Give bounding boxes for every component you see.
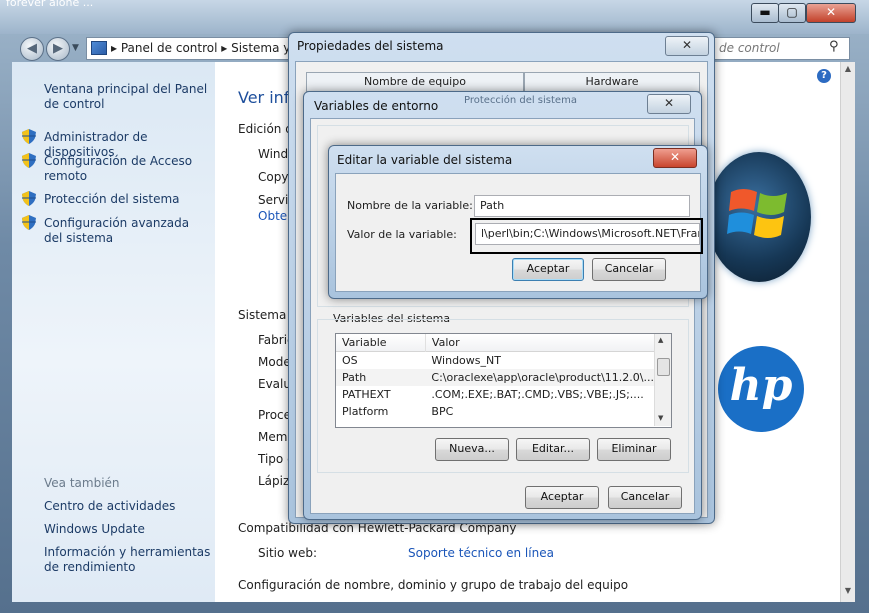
dialog-title: Variables de entorno: [314, 99, 439, 113]
column-header-value[interactable]: Valor: [425, 334, 654, 352]
variable-name: Path: [342, 371, 367, 384]
close-button[interactable]: ✕: [665, 36, 709, 56]
close-button[interactable]: ✕: [653, 148, 697, 168]
history-dropdown-icon[interactable]: ▼: [72, 43, 79, 53]
title-bar: forever alone ... ▬ ▢ ✕: [0, 0, 869, 34]
shield-icon: [22, 215, 36, 230]
edit-variable-button[interactable]: Editar...: [516, 438, 590, 461]
breadcrumb-separator-icon: ▸: [111, 41, 121, 55]
sidebar-home-link[interactable]: Ventana principal del Panel de control: [44, 82, 214, 112]
sidebar: Ventana principal del Panel de control A…: [12, 62, 215, 602]
variable-value-field[interactable]: l\perl\bin;C:\Windows\Microsoft.NET\Fram…: [475, 223, 700, 245]
control-panel-icon: [91, 41, 107, 55]
edition-row: Copy: [258, 170, 289, 184]
sidebar-item-advanced-settings[interactable]: Configuración avanzada del sistema: [44, 216, 204, 246]
variable-value-label: Valor de la variable:: [347, 228, 457, 241]
breadcrumb-control-panel[interactable]: Panel de control: [121, 41, 218, 55]
back-icon[interactable]: ◀: [20, 37, 44, 61]
support-link[interactable]: Soporte técnico en línea: [408, 546, 554, 560]
tab-hardware[interactable]: Hardware: [524, 72, 700, 92]
edit-system-variable-dialog: Editar la variable del sistema ✕ Nombre …: [328, 145, 708, 299]
system-variables-list[interactable]: Variable Valor OS Windows_NT Path C:\ora…: [335, 333, 672, 428]
delete-variable-button[interactable]: Eliminar: [597, 438, 671, 461]
config-heading: Configuración de nombre, dominio y grupo…: [238, 578, 629, 592]
variable-name-field[interactable]: Path: [474, 195, 690, 217]
edition-row: Servi: [258, 193, 289, 207]
system-row: Mode: [258, 355, 291, 369]
table-header: Variable Valor: [336, 334, 654, 352]
scroll-down-icon[interactable]: ▼: [842, 586, 854, 598]
breadcrumb-separator-icon: ▸: [217, 41, 232, 55]
list-scrollbar[interactable]: ▲ ▼: [654, 334, 671, 426]
windows-flag-icon: [727, 189, 787, 238]
scroll-thumb[interactable]: [657, 358, 670, 376]
maximize-button[interactable]: ▢: [778, 3, 806, 23]
tab-computer-name[interactable]: Nombre de equipo: [306, 72, 524, 92]
system-row: Lápiz: [258, 474, 290, 488]
sidebar-item-remote-access[interactable]: Configuración de Acceso remoto: [44, 154, 194, 184]
variable-value: Windows_NT: [431, 354, 501, 367]
dialog-body: Nombre de la variable: Path Valor de la …: [335, 173, 703, 292]
close-button[interactable]: ✕: [806, 3, 856, 23]
sidebar-item-performance[interactable]: Información y herramientas de rendimient…: [44, 545, 214, 575]
tab-system-protection-fragment: Protección del sistema: [464, 95, 577, 106]
search-placeholder: de control: [719, 41, 780, 55]
windows-logo-icon: [707, 152, 811, 282]
hp-logo: hp: [718, 346, 804, 432]
shield-icon: [22, 153, 36, 168]
table-row-selected[interactable]: Path C:\oraclexe\app\oracle\product\11.2…: [336, 369, 654, 386]
variable-name: PATHEXT: [342, 388, 391, 401]
ok-button[interactable]: Aceptar: [512, 258, 584, 281]
variable-name: Platform: [342, 405, 389, 418]
scroll-up-icon[interactable]: ▲: [658, 336, 663, 344]
dialog-title: Editar la variable del sistema: [337, 153, 513, 167]
window-title: forever alone ...: [6, 0, 94, 9]
forward-icon[interactable]: ▶: [46, 37, 70, 61]
system-variables-table: Variable Valor OS Windows_NT Path C:\ora…: [336, 334, 654, 420]
ok-button[interactable]: Aceptar: [525, 486, 599, 509]
edition-heading: Edición d: [238, 122, 293, 136]
help-icon[interactable]: ?: [817, 69, 831, 83]
shield-icon: [22, 129, 36, 144]
system-heading: Sistema: [238, 308, 287, 322]
close-button[interactable]: ✕: [647, 94, 691, 114]
variable-name-label: Nombre de la variable:: [347, 199, 473, 212]
minimize-button[interactable]: ▬: [751, 3, 779, 23]
cancel-button[interactable]: Cancelar: [608, 486, 682, 509]
new-variable-button[interactable]: Nueva...: [435, 438, 509, 461]
search-icon[interactable]: ⚲: [829, 39, 839, 54]
variable-name: OS: [342, 354, 358, 367]
shield-icon: [22, 191, 36, 206]
scroll-up-icon[interactable]: ▲: [842, 64, 854, 76]
breadcrumb: ▸ Panel de control ▸ Sistema y: [111, 41, 290, 55]
dialog-title: Propiedades del sistema: [297, 39, 444, 53]
address-bar[interactable]: ▸ Panel de control ▸ Sistema y: [86, 37, 296, 60]
sidebar-item-system-protection[interactable]: Protección del sistema: [44, 192, 214, 207]
system-row: Proce: [258, 408, 292, 422]
scrollbar[interactable]: ▲ ▼: [840, 62, 855, 602]
sidebar-item-action-center[interactable]: Centro de actividades: [44, 499, 175, 514]
table-row[interactable]: OS Windows_NT: [336, 352, 654, 370]
cancel-button[interactable]: Cancelar: [592, 258, 666, 281]
variable-value: C:\oraclexe\app\oracle\product\11.2.0\..…: [431, 371, 654, 384]
see-also-heading: Vea también: [44, 476, 120, 490]
variable-value: BPC: [431, 405, 454, 418]
variable-value: .COM;.EXE;.BAT;.CMD;.VBS;.VBE;.JS;....: [431, 388, 644, 401]
sidebar-item-windows-update[interactable]: Windows Update: [44, 522, 145, 537]
breadcrumb-system[interactable]: Sistema y: [231, 41, 290, 55]
table-row[interactable]: PATHEXT .COM;.EXE;.BAT;.CMD;.VBS;.VBE;.J…: [336, 386, 654, 403]
table-row[interactable]: Platform BPC: [336, 403, 654, 420]
website-label: Sitio web:: [258, 546, 318, 560]
scroll-down-icon[interactable]: ▼: [658, 414, 663, 422]
column-header-variable[interactable]: Variable: [336, 334, 426, 352]
